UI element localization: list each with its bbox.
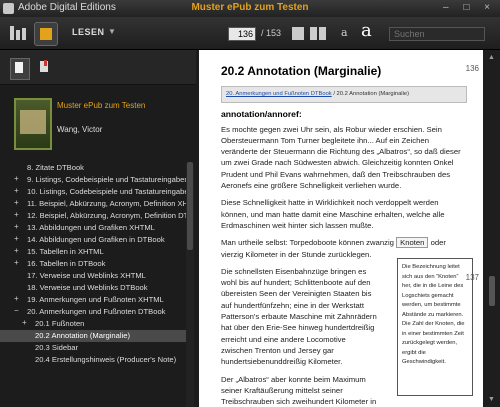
expand-icon[interactable]: + — [14, 258, 21, 267]
paragraph-4: Die schnellsten Eisenbahnzüge bringen es… — [221, 266, 377, 367]
expand-icon[interactable]: + — [14, 294, 21, 303]
toc-item-label: 13. Abbildungen und Grafiken XHTML — [27, 223, 155, 232]
book-title: Muster ePub zum Testen — [191, 2, 309, 13]
page-total: / 153 — [261, 28, 282, 38]
toc-item[interactable]: +9. Listings, Codebeispiele und Tastatur… — [0, 174, 186, 186]
expand-icon[interactable]: + — [22, 318, 29, 327]
toc-item[interactable]: +15. Tabellen in XHTML — [0, 246, 186, 258]
toc-item-label: 17. Verweise und Weblinks XHTML — [27, 271, 146, 280]
toc-item[interactable]: +14. Abbildungen und Grafiken in DTBook — [0, 234, 186, 246]
expand-icon[interactable]: + — [14, 174, 21, 183]
toc-item[interactable]: 17. Verweise und Weblinks XHTML — [0, 270, 186, 282]
book-cover — [14, 98, 52, 150]
margin-note: Die Bezeichnung leitet sich aus den “Kno… — [397, 258, 473, 396]
toc-item[interactable]: −20. Anmerkungen und Fußnoten DTBook — [0, 306, 186, 318]
toc-item-label: 20.4 Erstellungshinweis (Producer's Note… — [35, 355, 177, 364]
expand-icon[interactable]: + — [14, 246, 21, 255]
breadcrumb: 20. Anmerkungen und Fußnoten DTBook / 20… — [221, 86, 467, 104]
subheading: annotation/annoref: — [221, 109, 302, 120]
fit-page-icon[interactable] — [292, 27, 304, 40]
mode-dropdown[interactable]: LESEN — [72, 27, 105, 37]
toc-item-label: 8. Zitate DTBook — [27, 163, 84, 172]
expand-icon[interactable]: + — [14, 222, 21, 231]
toc-item[interactable]: 20.3 Sidebar — [0, 342, 186, 354]
search-input[interactable] — [389, 27, 485, 41]
toc-item[interactable]: 8. Zitate DTBook — [0, 162, 186, 174]
scroll-up-icon[interactable]: ▲ — [488, 54, 495, 61]
toc-item-label: 10. Listings, Codebeispiele und Tastatur… — [27, 187, 186, 196]
toc-item-label: 15. Tabellen in XHTML — [27, 247, 104, 256]
expand-icon[interactable]: + — [14, 234, 21, 243]
page-number-137: 137 — [465, 273, 479, 282]
title-bar: Adobe Digital Editions Muster ePub zum T… — [0, 0, 500, 17]
toc-item-label: 20.3 Sidebar — [35, 343, 79, 352]
toc-item-label: 20.1 Fußnoten — [35, 319, 85, 328]
font-decrease-button[interactable]: a — [341, 26, 348, 39]
chevron-down-icon[interactable]: ▼ — [108, 27, 116, 36]
content-scrollbar[interactable]: ▲ ▼ — [484, 50, 500, 407]
page-number-136: 136 — [465, 64, 479, 73]
toc-item[interactable]: 20.4 Erstellungshinweis (Producer's Note… — [0, 354, 186, 366]
reading-pane: 20.2 Annotation (Marginalie) 20. Anmerku… — [199, 50, 483, 407]
sidebar-book-title: Muster ePub zum Testen — [57, 101, 146, 110]
sidebar-scrollbar[interactable] — [186, 162, 194, 407]
two-page-icon[interactable] — [310, 27, 326, 40]
toc-item[interactable]: +19. Anmerkungen und Fußnoten XHTML — [0, 294, 186, 306]
paragraph-5: Der „Albatros“ aber konnte beim Maximum … — [221, 374, 377, 407]
breadcrumb-current: / 20.2 Annotation (Marginalie) — [331, 91, 410, 97]
toc-tab-icon[interactable] — [10, 58, 30, 80]
toolbar: LESEN ▼ 136 / 153 a a — [0, 17, 500, 50]
breadcrumb-link[interactable]: 20. Anmerkungen und Fußnoten DTBook — [226, 91, 332, 97]
toc-item-label: 18. Verweise und Weblinks DTBook — [27, 283, 148, 292]
toc-item-label: 11. Beispiel, Abkürzung, Acronym, Defini… — [27, 199, 186, 208]
page-number-input[interactable]: 136 — [228, 27, 256, 41]
toc-item[interactable]: +11. Beispiel, Abkürzung, Acronym, Defin… — [0, 198, 186, 210]
chapter-title: 20.2 Annotation (Marginalie) — [221, 64, 382, 78]
keyboard-term: Knoten — [396, 237, 429, 249]
toc-item[interactable]: +20.1 Fußnoten — [0, 318, 186, 330]
toc-item[interactable]: 20.2 Annotation (Marginalie) — [0, 330, 186, 342]
toc-item[interactable]: 18. Verweise und Weblinks DTBook — [0, 282, 186, 294]
toc-item[interactable]: +13. Abbildungen und Grafiken XHTML — [0, 222, 186, 234]
toc-item-label: 20. Anmerkungen und Fußnoten DTBook — [27, 307, 166, 316]
sidebar-author: Wang, Victor — [57, 125, 103, 134]
collapse-icon[interactable]: − — [14, 306, 21, 315]
toc-item-label: 20.2 Annotation (Marginalie) — [35, 331, 130, 340]
toc-item-label: 9. Listings, Codebeispiele und Tastature… — [27, 175, 186, 184]
window-controls[interactable]: – □ × — [443, 2, 496, 13]
toc-item-label: 19. Anmerkungen und Fußnoten XHTML — [27, 295, 164, 304]
paragraph-3: Man urtheile selbst: Torpedoboote können… — [221, 237, 467, 260]
toc-item[interactable]: +10. Listings, Codebeispiele und Tastatu… — [0, 186, 186, 198]
scroll-down-icon[interactable]: ▼ — [488, 396, 495, 403]
expand-icon[interactable]: + — [14, 186, 21, 195]
table-of-contents: 8. Zitate DTBook +9. Listings, Codebeispi… — [0, 162, 186, 366]
sidebar-tabs — [0, 50, 196, 85]
paragraph-2: Diese Schnelligkeit hatte in Wirklichkei… — [221, 198, 445, 230]
toc-item-label: 16. Tabellen in DTBook — [27, 259, 106, 268]
library-view-icon[interactable] — [10, 26, 26, 40]
toc-item[interactable]: +12. Beispiel, Abkürzung, Acronym, Defin… — [0, 210, 186, 222]
paragraph-1: Es mochte gegen zwei Uhr sein, als Robur… — [221, 124, 461, 191]
scroll-thumb[interactable] — [489, 276, 495, 306]
sidebar: Muster ePub zum Testen Wang, Victor 8. Z… — [0, 50, 196, 407]
expand-icon[interactable]: + — [14, 198, 21, 207]
toc-item-label: 14. Abbildungen und Grafiken in DTBook — [27, 235, 165, 244]
font-increase-button[interactable]: a — [361, 20, 372, 41]
toc-item-label: 12. Beispiel, Abkürzung, Acronym, Defini… — [27, 211, 186, 220]
reading-view-icon[interactable] — [34, 22, 58, 46]
expand-icon[interactable]: + — [14, 210, 21, 219]
paragraph-3-text: Man urtheile selbst: Torpedoboote können… — [221, 238, 397, 248]
bookmarks-tab-icon[interactable] — [36, 58, 54, 78]
toc-item[interactable]: +16. Tabellen in DTBook — [0, 258, 186, 270]
